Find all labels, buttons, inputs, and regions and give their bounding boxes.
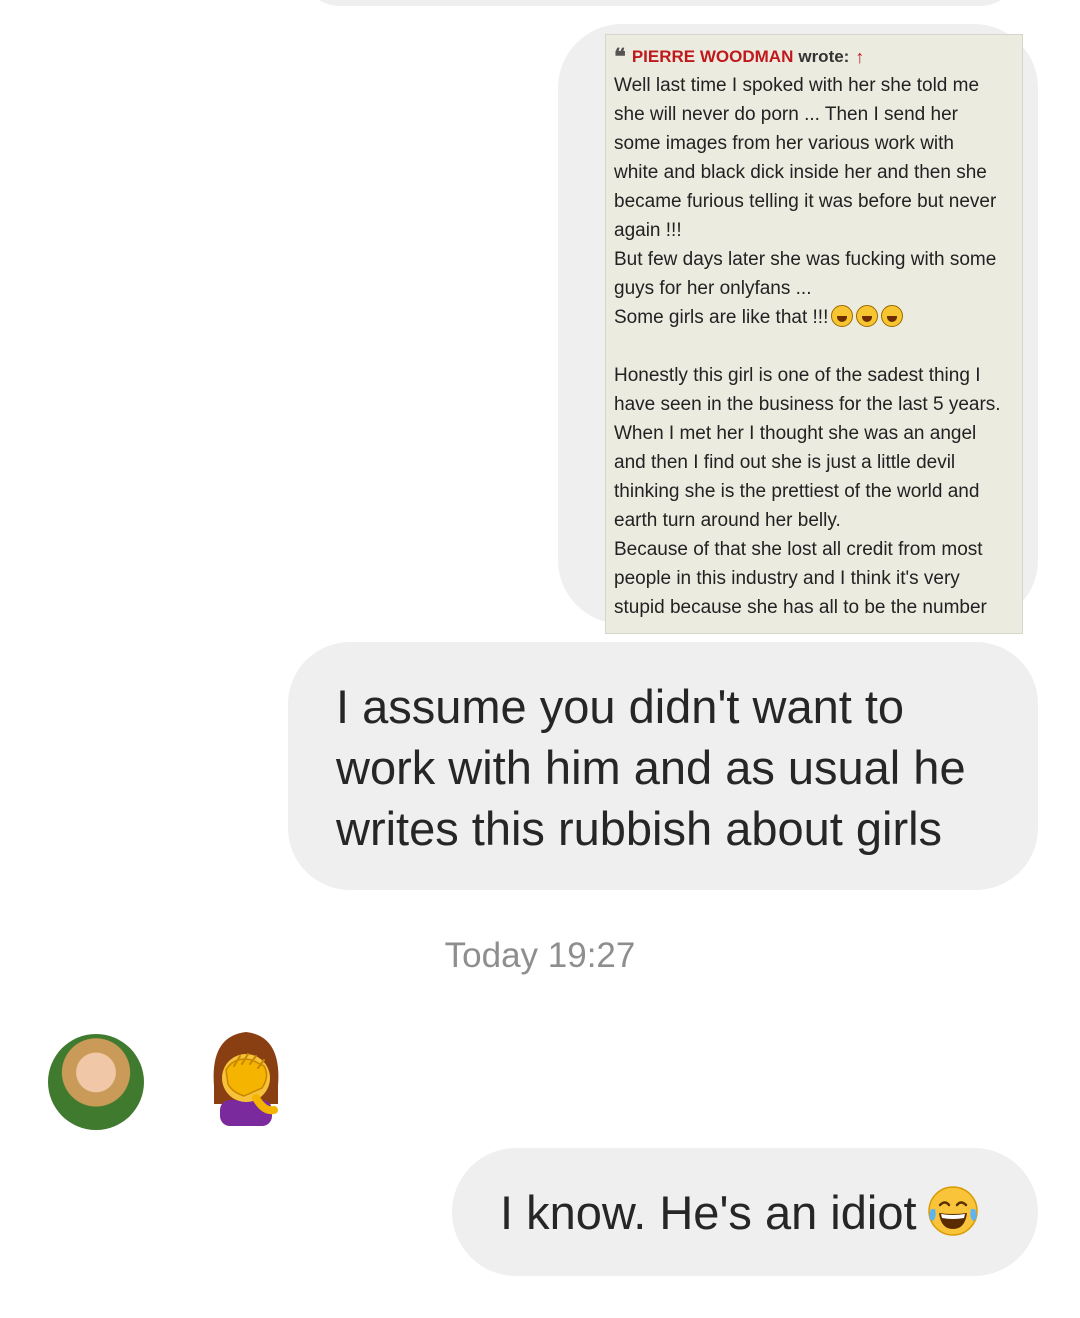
up-arrow-icon: ↑ <box>855 47 865 67</box>
quote-line: Because of that she lost all credit from… <box>614 539 983 560</box>
quote-line: stupid because she has all to be the num… <box>614 597 987 618</box>
facepalm-emoji[interactable] <box>204 1026 288 1126</box>
laughing-emoji-icon <box>881 305 904 327</box>
sent-message-text: I know. He's an idiot <box>500 1186 917 1239</box>
previous-message-bubble[interactable] <box>300 0 1020 6</box>
quote-line: people in this industry and I think it's… <box>614 568 960 589</box>
quote-line: Well last time I spoked with her she tol… <box>614 75 980 96</box>
quote-line: earth turn around her belly. <box>614 510 841 531</box>
laughing-emoji-icon <box>831 305 854 327</box>
contact-avatar[interactable] <box>48 1034 144 1130</box>
sent-message-bubble[interactable]: I assume you didn't want to work with hi… <box>288 642 1038 890</box>
quote-line: white and black dick inside her and then… <box>614 162 987 183</box>
quote-wrote-label: wrote: <box>798 47 850 66</box>
quote-line: Honestly this girl is one of the sadest … <box>614 365 981 386</box>
quote-line: again !!! <box>614 220 682 241</box>
forum-quote-screenshot: ❝ PIERRE WOODMAN wrote: ↑ Well last time… <box>605 34 1023 634</box>
quote-line: and then I find out she is just a little… <box>614 452 956 473</box>
tears-of-joy-emoji <box>927 1186 978 1236</box>
sent-message-text: I assume you didn't want to work with hi… <box>336 680 966 855</box>
quote-line: she will never do porn ... Then I send h… <box>614 104 958 125</box>
quote-header: ❝ PIERRE WOODMAN wrote: ↑ <box>614 43 1022 71</box>
quote-author: PIERRE WOODMAN <box>631 47 794 66</box>
quote-line: thinking she is the prettiest of the wor… <box>614 481 980 502</box>
message-timestamp: Today 19:27 <box>444 936 636 975</box>
quote-line: guys for her onlyfans ... <box>614 278 812 299</box>
quote-line: some images from her various work with <box>614 133 954 154</box>
quote-line: When I met her I thought she was an ange… <box>614 423 977 444</box>
quote-line: But few days later she was fucking with … <box>614 249 997 270</box>
quote-line: have seen in the business for the last 5… <box>614 394 1001 415</box>
quote-icon: ❝ <box>614 44 626 70</box>
quote-line-text: Some girls are like that !!! <box>614 307 829 328</box>
quote-line: became furious telling it was before but… <box>614 191 997 212</box>
quote-spacer <box>614 332 1022 361</box>
quote-line-with-emoji: Some girls are like that !!! <box>614 303 1022 332</box>
laughing-emoji-icon <box>856 305 879 327</box>
quote-body: Well last time I spoked with her she tol… <box>614 71 1022 622</box>
sent-message-bubble[interactable]: I know. He's an idiot <box>452 1148 1038 1276</box>
